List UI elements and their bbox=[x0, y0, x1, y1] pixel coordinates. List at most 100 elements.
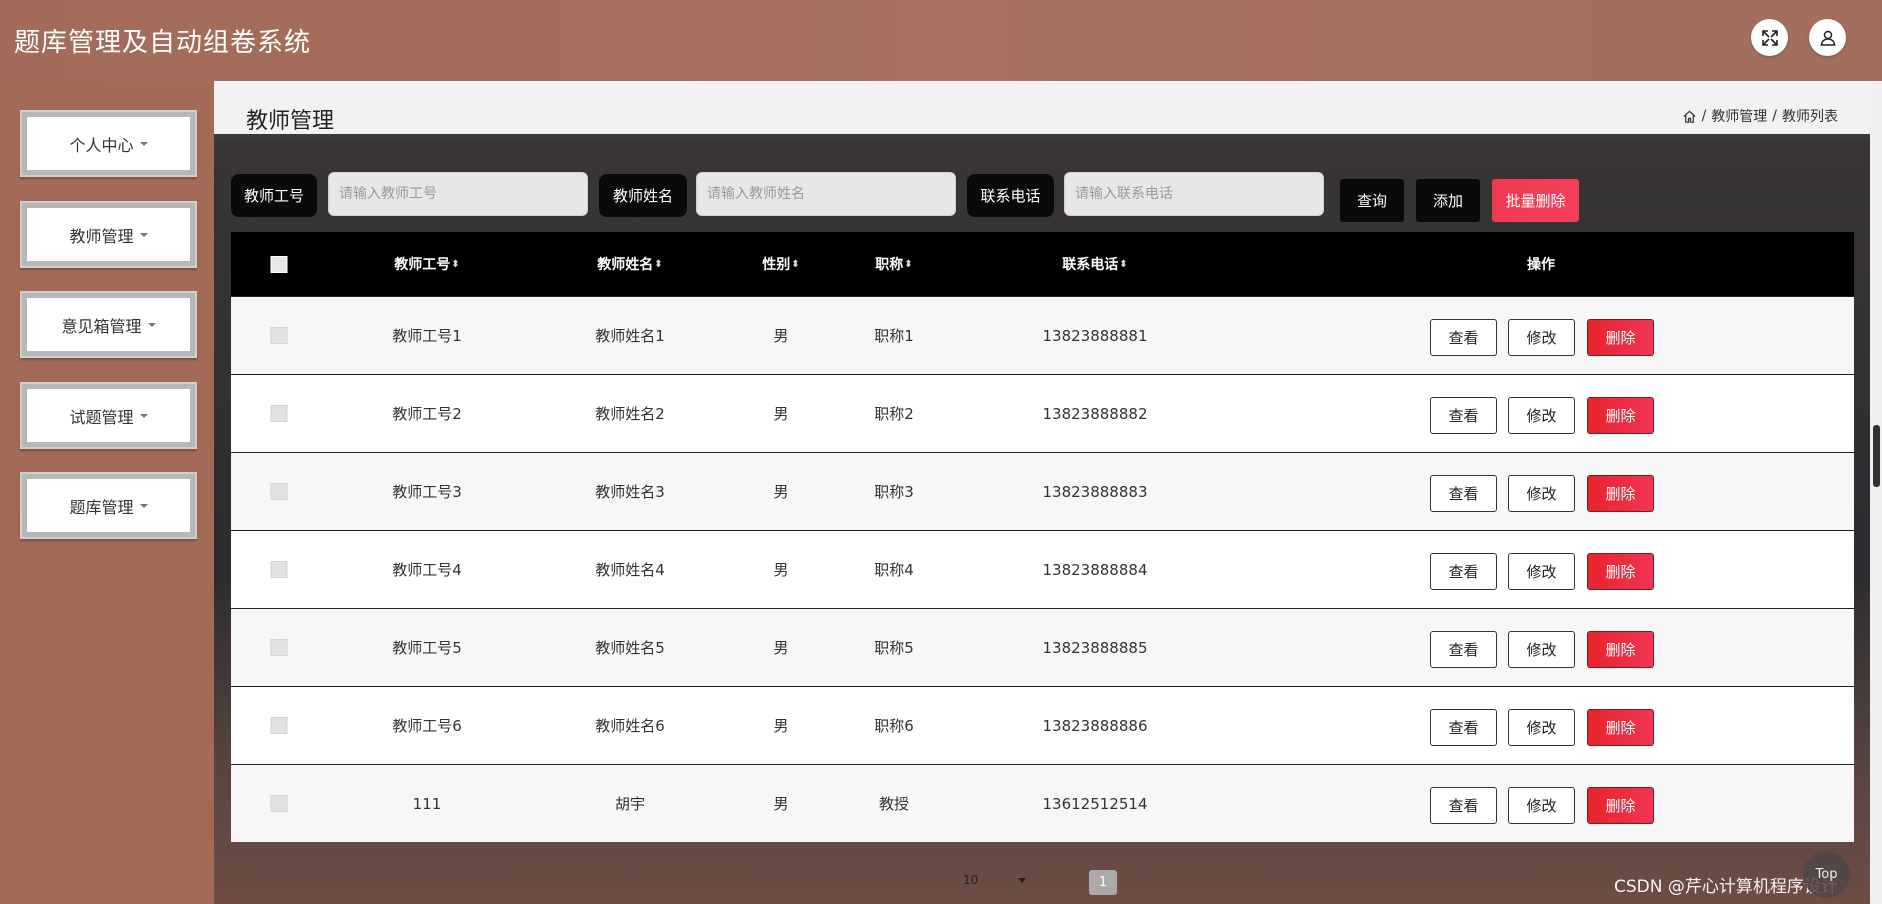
row-select-cell bbox=[270, 609, 288, 686]
header-label: 教师姓名 bbox=[597, 257, 654, 273]
page-number-current[interactable]: 1 bbox=[1089, 870, 1117, 895]
cell-title: 职称1 bbox=[874, 327, 914, 345]
page-title: 教师管理 bbox=[246, 109, 335, 134]
cell-phone: 13823888885 bbox=[1042, 638, 1148, 657]
cell-title: 职称6 bbox=[874, 717, 914, 735]
page-size-select[interactable]: 10 bbox=[963, 873, 1027, 887]
edit-button[interactable]: 修改 bbox=[1508, 397, 1575, 434]
teacher-table: 教师工号 ⬍ 教师姓名 ⬍ 性别 ⬍ 职称 ⬍ 联系电话 ⬍ 操作 教师工号1 教师姓名1… bbox=[231, 232, 1854, 842]
sidebar-item-question-bank-management[interactable]: 题库管理 bbox=[20, 472, 197, 539]
cell-teacher-name: 教师姓名6 bbox=[595, 717, 665, 735]
sidebar-item-label: 意见箱管理 bbox=[61, 316, 142, 336]
cell-gender: 男 bbox=[773, 717, 789, 735]
breadcrumb: / 教师管理 / 教师列表 bbox=[1682, 106, 1838, 126]
scrollbar-thumb[interactable] bbox=[1873, 425, 1880, 487]
header-label: 联系电话 bbox=[1062, 257, 1119, 273]
row-select-cell bbox=[270, 297, 288, 374]
table-row: 教师工号5 教师姓名5 男 职称5 13823888885 查看 修改 删除 bbox=[231, 608, 1854, 686]
cell-phone: 13823888881 bbox=[1042, 326, 1148, 345]
chevron-down-icon bbox=[139, 413, 148, 418]
chevron-down-icon bbox=[139, 141, 148, 146]
edit-button[interactable]: 修改 bbox=[1508, 475, 1575, 512]
view-button[interactable]: 查看 bbox=[1430, 631, 1497, 668]
delete-button[interactable]: 删除 bbox=[1587, 319, 1654, 356]
expand-icon bbox=[1761, 29, 1778, 46]
header-label: 职称 bbox=[875, 257, 904, 273]
breadcrumb-separator: / bbox=[1772, 108, 1777, 124]
chevron-down-icon bbox=[139, 503, 148, 508]
sidebar-item-label: 教师管理 bbox=[69, 226, 134, 246]
teacher-no-input[interactable] bbox=[328, 172, 588, 216]
view-button[interactable]: 查看 bbox=[1430, 787, 1497, 824]
home-icon[interactable] bbox=[1682, 109, 1697, 124]
sidebar-item-feedback-management[interactable]: 意见箱管理 bbox=[20, 291, 197, 358]
header-phone[interactable]: 联系电话 ⬍ bbox=[1062, 232, 1127, 296]
batch-delete-button[interactable]: 批量删除 bbox=[1492, 179, 1579, 222]
cell-teacher-name: 胡宇 bbox=[614, 795, 646, 813]
sidebar-item-personal-center[interactable]: 个人中心 bbox=[20, 110, 197, 177]
view-button[interactable]: 查看 bbox=[1430, 319, 1497, 356]
cell-title: 职称2 bbox=[874, 405, 914, 423]
delete-button[interactable]: 删除 bbox=[1587, 553, 1654, 590]
fullscreen-button[interactable] bbox=[1751, 19, 1788, 56]
page-scrollbar[interactable] bbox=[1870, 81, 1882, 904]
select-all-checkbox[interactable] bbox=[270, 255, 288, 273]
cell-title: 职称4 bbox=[874, 561, 914, 579]
main-content: 教师管理 / 教师管理 / 教师列表 教师工号 教师姓名 联系电话 查询 添加 … bbox=[214, 81, 1870, 904]
sort-icon: ⬍ bbox=[451, 258, 460, 270]
edit-button[interactable]: 修改 bbox=[1508, 631, 1575, 668]
cell-teacher-name: 教师姓名2 bbox=[595, 405, 665, 423]
sidebar-item-question-management[interactable]: 试题管理 bbox=[20, 382, 197, 449]
row-select-cell bbox=[270, 453, 288, 530]
row-checkbox[interactable] bbox=[270, 561, 288, 578]
edit-button[interactable]: 修改 bbox=[1508, 319, 1575, 356]
row-checkbox[interactable] bbox=[270, 483, 288, 500]
phone-input[interactable] bbox=[1064, 172, 1324, 216]
cell-teacher-name: 教师姓名3 bbox=[595, 483, 665, 501]
teacher-name-input[interactable] bbox=[696, 172, 956, 216]
cell-phone: 13823888884 bbox=[1042, 560, 1148, 579]
query-button[interactable]: 查询 bbox=[1340, 179, 1404, 222]
cell-teacher-no: 教师工号2 bbox=[392, 405, 462, 423]
cell-phone: 13823888886 bbox=[1042, 716, 1148, 735]
header-title[interactable]: 职称 ⬍ bbox=[875, 232, 912, 296]
view-button[interactable]: 查看 bbox=[1430, 397, 1497, 434]
row-checkbox[interactable] bbox=[270, 717, 288, 734]
sidebar: 个人中心 教师管理 意见箱管理 试题管理 题库管理 bbox=[0, 81, 214, 904]
row-checkbox[interactable] bbox=[270, 795, 288, 812]
breadcrumb-item[interactable]: 教师管理 bbox=[1711, 106, 1767, 126]
sidebar-item-teacher-management[interactable]: 教师管理 bbox=[20, 201, 197, 268]
header-teacher-name[interactable]: 教师姓名 ⬍ bbox=[597, 232, 662, 296]
select-all-cell bbox=[270, 232, 288, 296]
cell-gender: 男 bbox=[773, 483, 789, 501]
view-button[interactable]: 查看 bbox=[1430, 553, 1497, 590]
row-checkbox[interactable] bbox=[270, 639, 288, 656]
row-select-cell bbox=[270, 765, 288, 842]
sidebar-item-label: 题库管理 bbox=[69, 497, 134, 517]
table-row: 教师工号3 教师姓名3 男 职称3 13823888883 查看 修改 删除 bbox=[231, 452, 1854, 530]
view-button[interactable]: 查看 bbox=[1430, 709, 1497, 746]
delete-button[interactable]: 删除 bbox=[1587, 475, 1654, 512]
delete-button[interactable]: 删除 bbox=[1587, 709, 1654, 746]
header-teacher-no[interactable]: 教师工号 ⬍ bbox=[394, 232, 459, 296]
delete-button[interactable]: 删除 bbox=[1587, 631, 1654, 668]
edit-button[interactable]: 修改 bbox=[1508, 709, 1575, 746]
row-select-cell bbox=[270, 687, 288, 764]
back-to-top-button[interactable]: Top bbox=[1803, 851, 1850, 898]
edit-button[interactable]: 修改 bbox=[1508, 553, 1575, 590]
delete-button[interactable]: 删除 bbox=[1587, 397, 1654, 434]
add-button[interactable]: 添加 bbox=[1416, 179, 1480, 222]
row-checkbox[interactable] bbox=[270, 405, 288, 422]
header-gender[interactable]: 性别 ⬍ bbox=[762, 232, 799, 296]
chevron-down-icon bbox=[147, 322, 156, 327]
view-button[interactable]: 查看 bbox=[1430, 475, 1497, 512]
header-label: 性别 bbox=[762, 257, 791, 273]
user-button[interactable] bbox=[1809, 19, 1846, 56]
delete-button[interactable]: 删除 bbox=[1587, 787, 1654, 824]
row-checkbox[interactable] bbox=[270, 327, 288, 344]
sort-icon: ⬍ bbox=[904, 258, 913, 270]
edit-button[interactable]: 修改 bbox=[1508, 787, 1575, 824]
table-row: 教师工号1 教师姓名1 男 职称1 13823888881 查看 修改 删除 bbox=[231, 296, 1854, 374]
cell-teacher-name: 教师姓名5 bbox=[595, 639, 665, 657]
cell-teacher-name: 教师姓名4 bbox=[595, 561, 665, 579]
